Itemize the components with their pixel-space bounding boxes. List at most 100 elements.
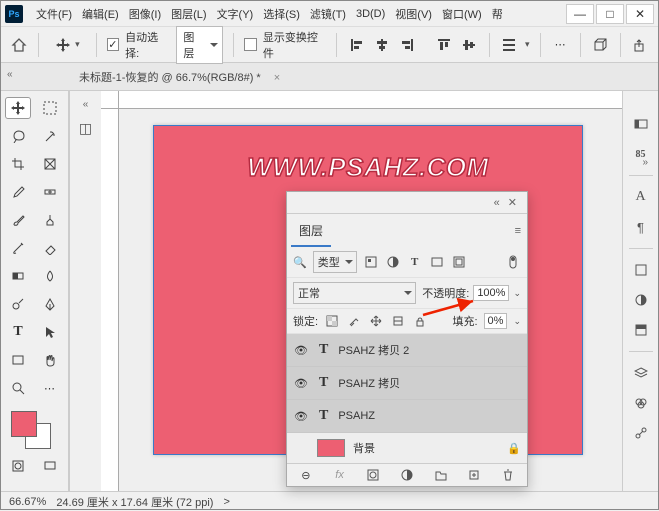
eyedropper-tool[interactable] — [5, 181, 31, 203]
more-options-icon[interactable]: ⋯ — [551, 36, 570, 54]
layer-name[interactable]: PSAHZ 拷贝 2 — [338, 342, 409, 358]
filter-shape-icon[interactable] — [429, 255, 445, 269]
align-top-icon[interactable] — [435, 36, 454, 54]
dock-color-icon[interactable] — [631, 115, 651, 133]
expand-handle-right[interactable]: » — [642, 157, 648, 168]
expand-handle[interactable]: « — [83, 99, 89, 110]
dodge-tool[interactable] — [5, 293, 31, 315]
dock-character-icon[interactable]: A — [631, 188, 651, 206]
filter-type-dropdown[interactable]: 类型 — [313, 251, 357, 273]
new-layer-icon[interactable] — [466, 468, 482, 482]
menu-image[interactable]: 图像(I) — [124, 6, 166, 22]
home-icon[interactable] — [9, 35, 28, 55]
fill-value[interactable]: 0% — [484, 313, 508, 329]
panel-collapse-icon[interactable]: « — [490, 195, 504, 211]
lock-image-icon[interactable] — [346, 314, 362, 328]
healing-tool[interactable] — [37, 181, 63, 203]
layer-fx-icon[interactable]: fx — [332, 468, 348, 482]
document-dimensions[interactable]: 24.69 厘米 x 17.64 厘米 (72 ppi) — [56, 494, 213, 510]
menu-file[interactable]: 文件(F) — [31, 6, 77, 22]
3d-mode-icon[interactable] — [591, 36, 610, 54]
link-layers-icon[interactable]: ⊖ — [298, 468, 314, 482]
layer-item[interactable]: 👁 T PSAHZ 拷贝 — [287, 367, 527, 400]
move-tool[interactable] — [5, 97, 31, 119]
fill-dropdown-icon[interactable]: ⌄ — [513, 316, 521, 327]
menu-view[interactable]: 视图(V) — [390, 6, 437, 22]
blend-mode-dropdown[interactable]: 正常 — [293, 282, 416, 304]
brush-tool[interactable] — [5, 209, 31, 231]
visibility-icon[interactable]: 👁 — [293, 410, 309, 423]
auto-select-target-dropdown[interactable]: 图层 — [176, 26, 223, 64]
expand-handle-left[interactable]: « — [7, 69, 13, 80]
shape-tool[interactable] — [5, 349, 31, 371]
menu-filter[interactable]: 滤镜(T) — [305, 6, 351, 22]
dock-paragraph-icon[interactable]: ¶ — [631, 218, 651, 236]
panel-menu-icon[interactable]: ≡ — [515, 225, 521, 237]
align-hcenter-icon[interactable] — [372, 36, 391, 54]
type-tool[interactable]: T — [5, 321, 31, 343]
ruler-vertical[interactable] — [101, 109, 119, 491]
document-tab[interactable]: 未标题-1-恢复的 @ 66.7%(RGB/8#) * × — [71, 69, 288, 85]
panel-title[interactable]: 图层 — [291, 216, 331, 247]
align-vcenter-icon[interactable] — [460, 36, 479, 54]
menu-select[interactable]: 选择(S) — [258, 6, 305, 22]
layer-item[interactable]: 👁 T PSAHZ 拷贝 2 — [287, 334, 527, 367]
menu-edit[interactable]: 编辑(E) — [77, 6, 124, 22]
layer-name[interactable]: PSAHZ — [338, 410, 375, 422]
visibility-icon[interactable]: 👁 — [293, 344, 309, 357]
menu-3d[interactable]: 3D(D) — [351, 8, 390, 20]
gradient-tool[interactable] — [5, 265, 31, 287]
foreground-color[interactable] — [11, 411, 37, 437]
align-left-icon[interactable] — [347, 36, 366, 54]
panel-close-icon[interactable]: ✕ — [504, 194, 521, 211]
dock-layers-icon[interactable] — [631, 364, 651, 382]
window-maximize[interactable]: □ — [596, 4, 624, 24]
dock-channels-icon[interactable] — [631, 394, 651, 412]
quickmask-tool[interactable] — [5, 455, 31, 477]
menu-type[interactable]: 文字(Y) — [212, 6, 259, 22]
filter-pixel-icon[interactable] — [363, 255, 379, 269]
layer-name[interactable]: PSAHZ 拷贝 — [338, 375, 400, 391]
new-group-icon[interactable] — [433, 468, 449, 482]
eraser-tool[interactable] — [37, 237, 63, 259]
filter-type-icon[interactable]: T — [407, 255, 423, 269]
ruler-horizontal[interactable] — [119, 91, 622, 109]
marquee-tool[interactable] — [37, 97, 63, 119]
menu-window[interactable]: 窗口(W) — [437, 6, 487, 22]
new-adjustment-icon[interactable] — [399, 468, 415, 482]
clone-stamp-tool[interactable] — [37, 209, 63, 231]
opacity-dropdown-icon[interactable]: ⌄ — [513, 288, 521, 299]
panel-icon[interactable]: ◫ — [79, 120, 92, 137]
lock-nested-icon[interactable] — [390, 314, 406, 328]
tab-close-icon[interactable]: × — [274, 72, 280, 84]
color-swatches[interactable] — [5, 409, 64, 449]
zoom-level[interactable]: 66.67% — [9, 496, 46, 508]
distribute-icon[interactable] — [500, 36, 519, 54]
statusbar-more-icon[interactable]: > — [223, 496, 229, 508]
layer-mask-icon[interactable] — [365, 468, 381, 482]
screenmode-tool[interactable] — [37, 455, 63, 477]
pen-tool[interactable] — [37, 293, 63, 315]
share-icon[interactable] — [631, 36, 650, 54]
dock-properties-icon[interactable] — [631, 261, 651, 279]
dock-paths-icon[interactable] — [631, 424, 651, 442]
window-close[interactable]: ✕ — [626, 4, 654, 24]
magic-wand-tool[interactable] — [37, 125, 63, 147]
visibility-icon[interactable]: 👁 — [293, 377, 309, 390]
layer-item-background[interactable]: 背景 🔒 — [287, 433, 527, 463]
align-right-icon[interactable] — [398, 36, 417, 54]
ruler-origin[interactable] — [101, 91, 119, 109]
edit-toolbar[interactable]: ⋯ — [37, 377, 63, 399]
search-icon[interactable]: 🔍 — [293, 256, 307, 269]
filter-smart-icon[interactable] — [451, 255, 467, 269]
delete-layer-icon[interactable] — [500, 468, 516, 482]
crop-tool[interactable] — [5, 153, 31, 175]
show-transform-checkbox[interactable] — [244, 38, 257, 51]
hand-tool[interactable] — [37, 349, 63, 371]
filter-adjust-icon[interactable] — [385, 255, 401, 269]
layer-name[interactable]: 背景 — [353, 440, 375, 456]
menu-help[interactable]: 帮 — [487, 6, 508, 22]
history-brush-tool[interactable] — [5, 237, 31, 259]
frame-tool[interactable] — [37, 153, 63, 175]
filter-toggle[interactable] — [505, 255, 521, 269]
